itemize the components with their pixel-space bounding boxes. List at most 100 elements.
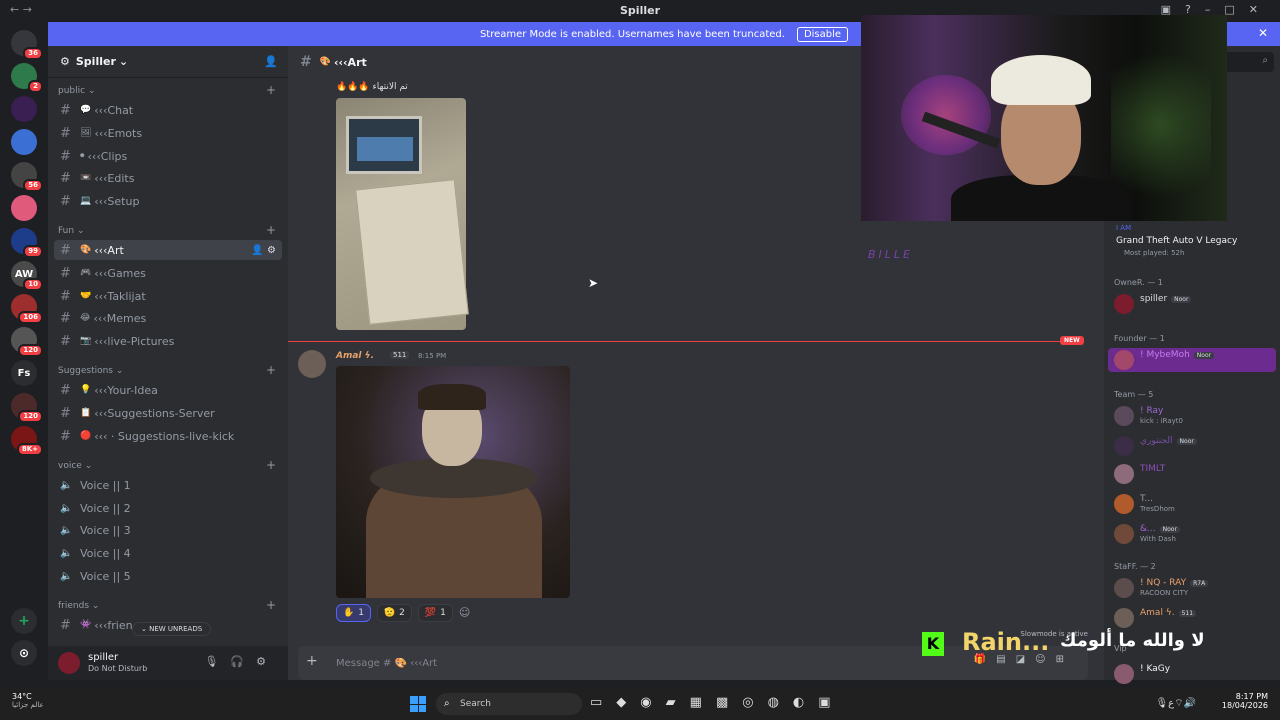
- reaction-chip[interactable]: 💯 1: [417, 604, 453, 622]
- activity-card[interactable]: I AM Grand Theft Auto V Legacy Most play…: [1110, 224, 1276, 260]
- member-item[interactable]: الجنتوري Noor: [1108, 434, 1276, 458]
- member-item[interactable]: &... Noor With Dash: [1108, 522, 1276, 546]
- task-view-icon[interactable]: ▭: [590, 695, 616, 710]
- discord-taskbar-icon[interactable]: ◍: [768, 695, 793, 710]
- text-channel[interactable]: # 👾 ‹‹‹frien: [54, 615, 282, 635]
- guild-header[interactable]: ⚙ Spiller ⌄ 👤: [48, 46, 288, 78]
- server-icon[interactable]: [11, 96, 37, 122]
- chevron-down-icon: ⌄: [85, 86, 96, 96]
- text-channel[interactable]: # 🖼 ‹‹‹Emots: [54, 123, 282, 143]
- create-channel-icon[interactable]: +: [266, 223, 276, 237]
- chrome-icon[interactable]: ◐: [793, 695, 818, 710]
- text-channel[interactable]: # 💬 ‹‹‹Chat: [54, 100, 282, 120]
- author-avatar[interactable]: [298, 350, 326, 378]
- avatar[interactable]: [58, 652, 80, 674]
- apps-icon[interactable]: ⊞: [1056, 654, 1074, 665]
- text-channel[interactable]: # 📷 ‹‹‹live-Pictures: [54, 331, 282, 351]
- server-icon[interactable]: [11, 195, 37, 221]
- invite-people-icon[interactable]: 👤: [264, 55, 278, 68]
- portrait-image-attachment[interactable]: [336, 366, 570, 598]
- disable-button[interactable]: Disable: [796, 26, 849, 42]
- server-icon[interactable]: AW 10: [11, 261, 43, 291]
- add-attachment-icon[interactable]: +: [306, 653, 318, 669]
- network-icon[interactable]: ⌔: [1174, 698, 1183, 709]
- member-item[interactable]: Amal ϟ. 511: [1108, 606, 1276, 630]
- voice-channel[interactable]: 🔈 Voice || 5: [54, 566, 282, 586]
- teams-icon[interactable]: ▩: [716, 695, 742, 710]
- reaction-chip[interactable]: 🫡 2: [376, 604, 412, 622]
- art-image-attachment[interactable]: [336, 98, 469, 330]
- volume-icon[interactable]: 🔊: [1184, 698, 1196, 709]
- taskbar: 34°C عالم جزائيا ⌕ Search ▭◆◉▰▦▩◎◍◐▣ 🎙ع⌔…: [0, 688, 1280, 720]
- server-icon[interactable]: Fs: [11, 360, 37, 386]
- gear-icon[interactable]: ⚙: [256, 655, 278, 668]
- mic-tray-icon[interactable]: 🎙: [1155, 698, 1168, 709]
- close-icon[interactable]: ✕: [1249, 3, 1272, 16]
- gear-icon[interactable]: ⚙: [267, 245, 276, 256]
- member-item[interactable]: spiller Noor: [1108, 292, 1276, 316]
- voice-channel[interactable]: 🔈 Voice || 1: [54, 475, 282, 495]
- text-channel[interactable]: # ⏺ ‹‹‹Clips: [54, 146, 282, 166]
- text-channel[interactable]: # 🔴 ‹‹‹ · Suggestions-live-kick: [54, 426, 282, 446]
- member-item[interactable]: ! KaGy: [1108, 662, 1276, 686]
- server-icon[interactable]: 99: [11, 228, 43, 258]
- text-channel[interactable]: # 😂 ‹‹‹Memes: [54, 308, 282, 328]
- edge-icon[interactable]: ◉: [640, 695, 665, 710]
- text-channel[interactable]: # 🤝 ‹‹‹Taklijat: [54, 286, 282, 306]
- server-icon[interactable]: 36: [11, 30, 43, 60]
- store-icon[interactable]: ▦: [690, 695, 716, 710]
- create-channel-icon[interactable]: +: [266, 598, 276, 612]
- voice-channel[interactable]: 🔈 Voice || 2: [54, 498, 282, 518]
- reaction-chip[interactable]: ✋ 1: [336, 604, 371, 622]
- chevron-down-icon: ⌄: [74, 226, 85, 236]
- create-channel-icon[interactable]: +: [266, 458, 276, 472]
- category-header[interactable]: voice ⌄: [58, 461, 92, 471]
- windows-start-icon[interactable]: [410, 696, 426, 712]
- text-channel[interactable]: # 🎨 ‹‹‹Art 👤 ⚙: [54, 240, 282, 260]
- server-icon[interactable]: 2: [11, 63, 43, 93]
- copilot-icon[interactable]: ◆: [616, 695, 640, 710]
- member-item[interactable]: TIMLT: [1108, 462, 1276, 486]
- message-author[interactable]: Amal ϟ.: [336, 351, 374, 361]
- category-header[interactable]: friends ⌄: [58, 601, 99, 611]
- text-channel[interactable]: # 📋 ‹‹‹Suggestions-Server: [54, 403, 282, 423]
- discover-icon[interactable]: ⊙: [11, 640, 37, 666]
- create-channel-icon[interactable]: +: [266, 363, 276, 377]
- add-reaction-icon[interactable]: ☺: [459, 604, 470, 622]
- category-header[interactable]: Fun ⌄: [58, 226, 85, 236]
- file-explorer-icon[interactable]: ▰: [666, 695, 690, 710]
- member-item[interactable]: ! Ray kick : iRayt0: [1108, 404, 1276, 428]
- voice-channel[interactable]: 🔈 Voice || 4: [54, 543, 282, 563]
- member-item[interactable]: ! NQ - RAY R7A RACOON CITY: [1108, 576, 1276, 600]
- taskbar-search[interactable]: ⌕ Search: [436, 693, 582, 715]
- banner-close-icon[interactable]: ✕: [1258, 26, 1268, 40]
- server-icon[interactable]: 56: [11, 162, 43, 192]
- member-item[interactable]: T... TresDhom: [1108, 492, 1276, 516]
- text-channel[interactable]: # 💡 ‹‹‹Your-Idea: [54, 380, 282, 400]
- server-icon[interactable]: [11, 129, 37, 155]
- app-icon[interactable]: ◎: [742, 695, 767, 710]
- server-icon[interactable]: 120: [11, 327, 43, 357]
- message-input[interactable]: [336, 654, 936, 672]
- add-server-icon[interactable]: +: [11, 608, 37, 634]
- obs-icon[interactable]: ▣: [818, 695, 844, 710]
- maximize-icon[interactable]: □: [1224, 3, 1248, 16]
- server-icon[interactable]: 8K+: [11, 426, 43, 456]
- server-icon[interactable]: 120: [11, 393, 43, 423]
- text-channel[interactable]: # 🎮 ‹‹‹Games: [54, 263, 282, 283]
- voice-channel[interactable]: 🔈 Voice || 3: [54, 520, 282, 540]
- member-name: ! MybeMoh: [1140, 350, 1190, 360]
- weather-widget[interactable]: 34°C عالم جزائيا: [12, 692, 44, 709]
- mention-badge: 120: [18, 344, 43, 357]
- create-channel-icon[interactable]: +: [266, 83, 276, 97]
- member-item[interactable]: ! MybeMoh Noor: [1108, 348, 1276, 372]
- server-icon[interactable]: 106: [11, 294, 43, 324]
- invite-icon[interactable]: 👤: [251, 245, 263, 256]
- clock[interactable]: 8:17 PM 18/04/2026: [1222, 692, 1268, 710]
- text-channel[interactable]: # 📼 ‹‹‹Edits: [54, 168, 282, 188]
- text-channel[interactable]: # 💻 ‹‹‹Setup: [54, 191, 282, 211]
- headphones-icon[interactable]: 🎧: [230, 655, 256, 668]
- microphone-icon[interactable]: 🎙: [204, 655, 230, 668]
- category-header[interactable]: public ⌄: [58, 86, 96, 96]
- category-header[interactable]: Suggestions ⌄: [58, 366, 123, 376]
